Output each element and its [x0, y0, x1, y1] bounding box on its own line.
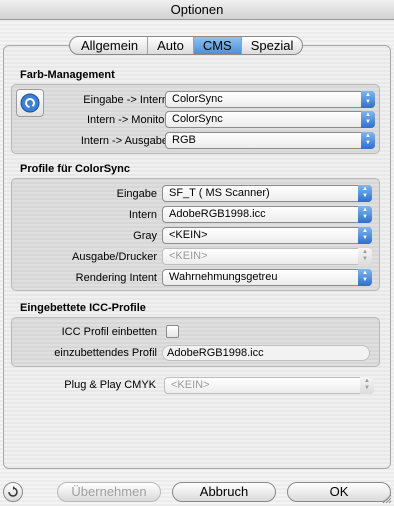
- resize-grip-icon[interactable]: [381, 493, 392, 504]
- chevron-updown-icon: ▲ ▼: [360, 377, 374, 394]
- intern-ausgabe-value: RGB: [172, 134, 196, 146]
- gray-profile-select[interactable]: <KEIN> ▲ ▼: [162, 227, 372, 244]
- eingabe-intern-select[interactable]: ColorSync ▲ ▼: [165, 91, 375, 108]
- profile-colorsync-title: Profile für ColorSync: [20, 163, 131, 175]
- tab-bar: Allgemein Auto CMS Spezial: [69, 36, 304, 55]
- profile-colorsync-group: Eingabe SF_T ( MS Scanner) ▲ ▼ Intern Ado…: [11, 178, 380, 291]
- ausgabe-drucker-label: Ausgabe/Drucker: [72, 251, 157, 263]
- colorsync-icon: [16, 89, 44, 117]
- ausgabe-drucker-select: <KEIN> ▲ ▼: [162, 248, 372, 265]
- eingabe-profile-value: SF_T ( MS Scanner): [169, 187, 270, 199]
- chevron-updown-icon: ▲ ▼: [358, 206, 372, 223]
- rendering-intent-select[interactable]: Wahrnehmungsgetreu ▲ ▼: [162, 269, 372, 286]
- chevron-updown-icon: ▲ ▼: [361, 132, 375, 149]
- eingabe-intern-value: ColorSync: [172, 93, 223, 105]
- einzubettendes-profil-field: AdobeRGB1998.icc: [162, 345, 370, 361]
- intern-profile-select[interactable]: AdobeRGB1998.icc ▲ ▼: [162, 206, 372, 223]
- tab-auto[interactable]: Auto: [147, 37, 193, 54]
- farb-management-group: Eingabe -> Intern ColorSync ▲ ▼ Intern ->…: [11, 84, 380, 154]
- gray-profile-value: <KEIN>: [169, 229, 208, 241]
- chevron-updown-icon: ▲ ▼: [361, 91, 375, 108]
- einzubettendes-profil-label: einzubettendes Profil: [54, 347, 157, 359]
- plug-play-cmyk-label: Plug & Play CMYK: [64, 379, 156, 391]
- intern-monitor-label: Intern -> Monitor: [86, 114, 168, 126]
- intern-ausgabe-label: Intern -> Ausgabe: [80, 135, 168, 147]
- chevron-updown-icon: ▲ ▼: [358, 248, 372, 265]
- tab-spezial[interactable]: Spezial: [240, 37, 303, 54]
- chevron-updown-icon: ▲ ▼: [361, 111, 375, 128]
- intern-monitor-select[interactable]: ColorSync ▲ ▼: [165, 111, 375, 128]
- intern-label: Intern: [128, 209, 157, 221]
- chevron-updown-icon: ▲ ▼: [358, 269, 372, 286]
- window-title: Optionen: [0, 0, 394, 20]
- farb-management-title: Farb-Management: [20, 69, 115, 81]
- cancel-button[interactable]: Abbruch: [172, 482, 276, 502]
- eingabe-intern-label: Eingabe -> Intern: [83, 94, 168, 106]
- ok-button[interactable]: OK: [287, 482, 391, 502]
- eingabe-profile-select[interactable]: SF_T ( MS Scanner) ▲ ▼: [162, 185, 372, 202]
- chevron-updown-icon: ▲ ▼: [358, 227, 372, 244]
- intern-monitor-value: ColorSync: [172, 113, 223, 125]
- icc-profile-group: ICC Profil einbetten einzubettendes Prof…: [11, 317, 380, 367]
- plug-play-cmyk-value: <KEIN>: [171, 379, 210, 391]
- plug-play-cmyk-select: <KEIN> ▲ ▼: [164, 377, 374, 394]
- eingabe-label: Eingabe: [116, 188, 157, 200]
- intern-ausgabe-select[interactable]: RGB ▲ ▼: [165, 132, 375, 149]
- ausgabe-drucker-value: <KEIN>: [169, 250, 208, 262]
- gray-label: Gray: [133, 230, 157, 242]
- help-icon[interactable]: [3, 482, 23, 502]
- icc-profile-title: Eingebettete ICC-Profile: [20, 302, 146, 314]
- icc-einbetten-checkbox[interactable]: [166, 325, 179, 338]
- icc-einbetten-label: ICC Profil einbetten: [61, 326, 157, 338]
- tab-cms[interactable]: CMS: [192, 37, 241, 54]
- apply-button: Übernehmen: [57, 482, 161, 502]
- rendering-intent-value: Wahrnehmungsgetreu: [169, 271, 278, 283]
- rendering-intent-label: Rendering Intent: [75, 272, 157, 284]
- intern-profile-value: AdobeRGB1998.icc: [169, 208, 266, 220]
- chevron-updown-icon: ▲ ▼: [358, 185, 372, 202]
- tab-allgemein[interactable]: Allgemein: [70, 37, 147, 54]
